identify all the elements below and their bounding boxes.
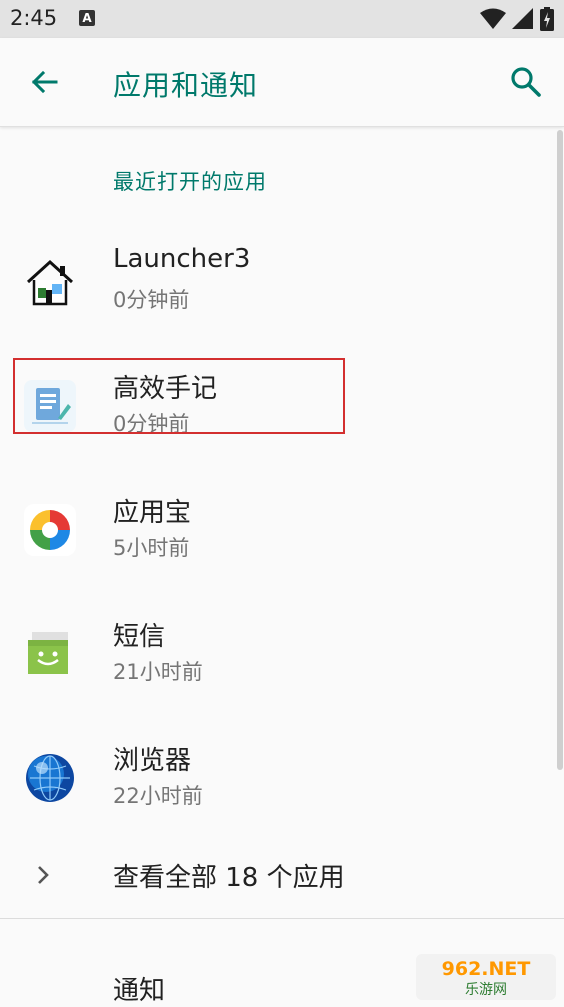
- search-icon[interactable]: [508, 64, 544, 100]
- watermark-logo: 962.NET 乐游网: [416, 954, 556, 1000]
- page-title: 应用和通知: [113, 69, 259, 102]
- app-last-used: 21小时前: [113, 660, 203, 684]
- messages-icon: [28, 632, 68, 674]
- see-all-apps-label: 查看全部 18 个应用: [113, 863, 345, 893]
- chevron-right-icon: [38, 866, 49, 884]
- divider: [0, 918, 564, 919]
- notifications-item[interactable]: 通知: [113, 970, 165, 1007]
- app-last-used: 22小时前: [113, 784, 203, 808]
- app-name: 短信: [113, 622, 166, 652]
- status-bar: 2:45 A: [0, 0, 564, 38]
- app-name: Launcher3: [113, 244, 251, 274]
- app-name: 应用宝: [113, 498, 192, 528]
- app-last-used: 0分钟前: [113, 288, 190, 312]
- back-arrow-icon[interactable]: [26, 64, 62, 100]
- browser-globe-icon: [26, 754, 74, 802]
- cell-signal-icon: [512, 8, 533, 29]
- system-icons: [480, 6, 554, 32]
- launcher-house-icon: [26, 259, 74, 306]
- highlight-box: [13, 358, 345, 434]
- battery-icon: [540, 7, 554, 31]
- recent-app-item-browser[interactable]: 浏览器 22小时前: [0, 730, 558, 840]
- app-name: 浏览器: [113, 746, 192, 776]
- app-last-used: 5小时前: [113, 536, 190, 560]
- recent-app-item-messages[interactable]: 短信 21小时前: [0, 606, 558, 716]
- wifi-icon: [480, 8, 506, 29]
- status-time: 2:45: [10, 6, 58, 30]
- recent-app-item-app-store[interactable]: 应用宝 5小时前: [0, 482, 558, 592]
- see-all-apps-item[interactable]: 查看全部 18 个应用: [0, 840, 558, 910]
- watermark-bottom-text: 乐游网: [465, 982, 507, 998]
- watermark-top-text: 962.NET: [442, 958, 531, 980]
- app-bar: 应用和通知: [0, 38, 564, 127]
- recent-app-item-launcher3[interactable]: Launcher3 0分钟前: [0, 234, 558, 344]
- app-store-icon: [24, 504, 76, 556]
- notification-a-icon: A: [79, 10, 95, 26]
- recent-apps-header: 最近打开的应用: [113, 170, 267, 194]
